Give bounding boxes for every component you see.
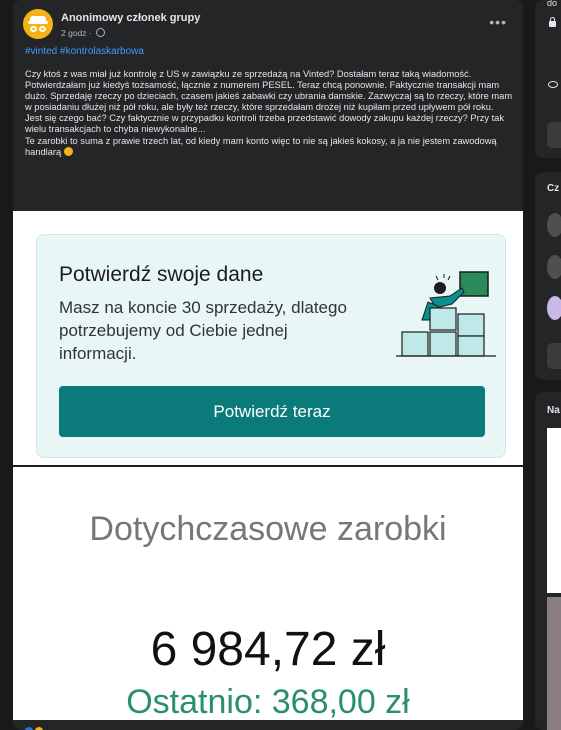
attached-image-confirm[interactable]: Potwierdź swoje dane Masz na koncie 30 s… [13,211,523,465]
sidebar-heading: Na [547,405,560,416]
confirm-now-button[interactable]: Potwierdź teraz [59,386,485,437]
sidebar-button[interactable] [547,122,561,148]
post-header: Anonimowy członek grupy 2 godz · ••• [23,9,513,43]
earnings-value: 6 984,72 zł [150,623,386,676]
sidebar-top-text: do [547,0,558,8]
globe-icon [96,28,106,37]
card-title: Potwierdź swoje dane [59,263,264,286]
author-name[interactable]: Anonimowy członek grupy [61,12,200,24]
sidebar-heading: Cz [547,183,560,194]
anonymous-avatar[interactable] [23,9,53,39]
hashtags: #vinted #kontrolaskarbowa [25,46,144,57]
emoji-icon [63,146,73,156]
suggested-thumbnail[interactable] [547,428,561,593]
reactions-bar[interactable] [25,722,55,730]
post-paragraph: Te zarobki to suma z prawie trzech lat, … [25,135,497,157]
person-boxes-illustration [396,271,496,357]
lock-icon [549,17,556,27]
member-avatar[interactable] [547,255,561,279]
member-avatar[interactable] [547,213,561,237]
confirm-card: Potwierdź swoje dane Masz na koncie 30 s… [36,234,506,458]
hashtag-vinted[interactable]: #vinted [25,46,57,57]
sidebar-button[interactable] [547,343,561,369]
attached-image-earnings[interactable]: Dotychczasowe zarobki 6 984,72 zł Ostatn… [13,467,523,720]
eye-icon [548,81,558,88]
post-paragraph: Jest się czego bać? Czy faktycznie w prz… [25,113,505,135]
more-options-icon[interactable]: ••• [489,14,507,30]
post-card: Anonimowy członek grupy 2 godz · ••• #vi… [13,0,523,730]
post-body: Czy ktoś z was miał już kontrolę z US w … [25,69,513,158]
post-time[interactable]: 2 godz [61,28,87,38]
post-meta: 2 godz · [61,28,106,38]
hashtag-kontrolaskarbowa[interactable]: #kontrolaskarbowa [60,46,144,57]
member-avatar[interactable] [547,296,561,320]
earnings-label: Dotychczasowe zarobki [89,510,447,548]
recent-earnings: Ostatnio: 368,00 zł [126,683,410,720]
card-description: Masz na koncie 30 sprzedaży, dlatego pot… [59,298,347,363]
post-paragraph: Czy ktoś z was miał już kontrolę z US w … [25,69,513,113]
suggested-thumbnail[interactable] [547,597,561,730]
